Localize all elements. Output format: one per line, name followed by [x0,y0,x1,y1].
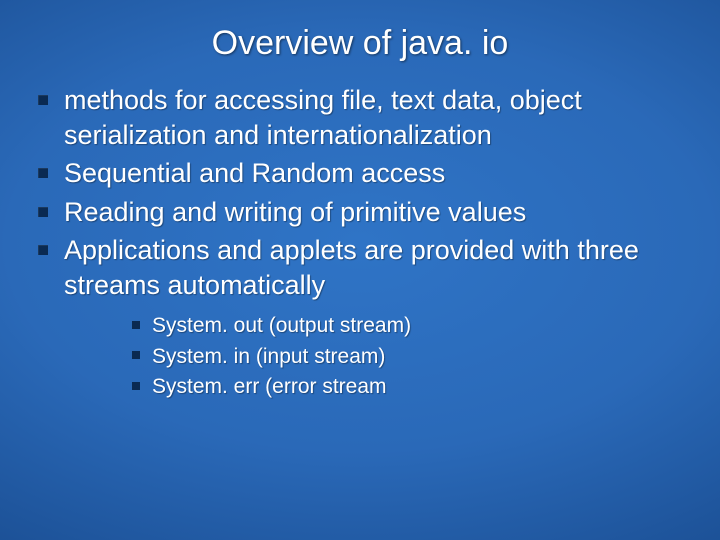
list-item: Applications and applets are provided wi… [32,233,684,401]
bullet-text: Applications and applets are provided wi… [64,235,639,300]
sub-bullet-text: System. err (error stream [152,375,387,398]
sub-bullet-list: System. out (output stream) System. in (… [130,312,684,401]
bullet-text: Sequential and Random access [64,158,445,188]
slide-title: Overview of java. io [26,24,694,63]
list-item: Reading and writing of primitive values [32,195,684,230]
list-item: System. err (error stream [130,373,684,401]
list-item: Sequential and Random access [32,156,684,191]
sub-bullet-text: System. out (output stream) [152,314,411,337]
bullet-text: Reading and writing of primitive values [64,197,526,227]
list-item: System. out (output stream) [130,312,684,340]
bullet-text: methods for accessing file, text data, o… [64,85,582,150]
list-item: System. in (input stream) [130,343,684,371]
bullet-list: methods for accessing file, text data, o… [26,83,694,401]
slide: Overview of java. io methods for accessi… [0,0,720,540]
list-item: methods for accessing file, text data, o… [32,83,684,152]
sub-bullet-text: System. in (input stream) [152,345,385,368]
